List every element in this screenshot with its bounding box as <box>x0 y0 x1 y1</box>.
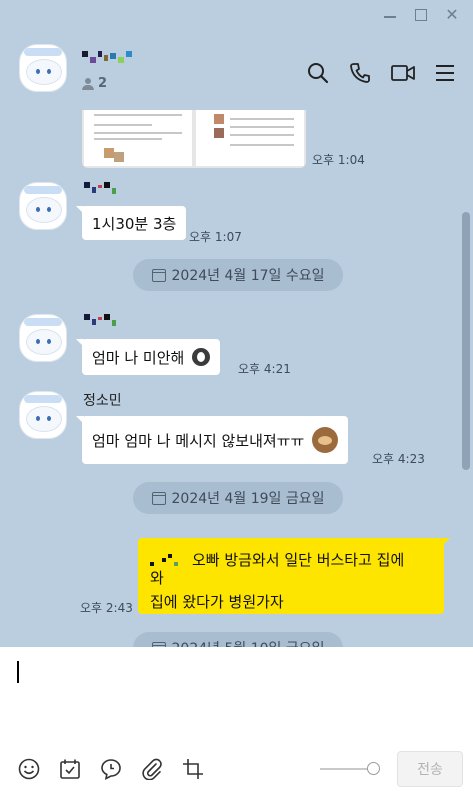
sender-name: 정소민 <box>83 393 122 409</box>
menu-icon[interactable] <box>435 64 455 82</box>
member-count-value: 2 <box>98 76 108 91</box>
member-count: 2 <box>82 76 107 91</box>
send-button[interactable]: 전송 <box>397 751 463 787</box>
window-controls: ✕ <box>383 7 459 23</box>
date-divider-text: 2024년 5월 10일 금요일 <box>172 638 325 647</box>
crop-icon[interactable] <box>182 758 204 780</box>
person-icon <box>82 77 94 90</box>
chatroom-name-pixelated <box>82 51 132 63</box>
message-bubble[interactable]: 엄마 엄마 나 메시지 않보내져ㅠㅠ <box>75 416 349 464</box>
text-caret <box>17 661 19 683</box>
date-divider-text: 2024년 4월 17일 수요일 <box>171 268 325 284</box>
sender-avatar[interactable] <box>19 391 67 439</box>
sender-name-pixelated <box>84 182 116 194</box>
chat-header: 2 <box>0 44 473 104</box>
date-divider: 2024년 4월 19일 금요일 <box>133 482 343 514</box>
close-icon[interactable]: ✕ <box>445 7 459 23</box>
message-input-area[interactable]: 전송 <box>0 647 473 799</box>
sender-name-pixelated <box>84 314 116 326</box>
sender-name-pixelated <box>150 554 178 566</box>
chat-scrollbar[interactable] <box>462 212 470 470</box>
bear-emoticon-icon <box>312 427 339 453</box>
message-text: 엄마 나 미안해 <box>92 348 185 367</box>
emoji-icon[interactable] <box>18 758 40 780</box>
search-icon[interactable] <box>307 62 329 84</box>
sender-avatar[interactable] <box>19 314 67 362</box>
emoticon-icon <box>192 348 211 366</box>
chatroom-avatar[interactable] <box>19 44 67 92</box>
date-divider: 2024년 4월 17일 수요일 <box>133 259 343 291</box>
paperclip-icon[interactable] <box>141 758 163 780</box>
sender-avatar[interactable] <box>19 182 67 230</box>
chat-message-area[interactable]: 오후 1:04 1시30분 3층 오후 1:07 2024년 4월 17일 수요… <box>0 104 473 647</box>
transparency-slider-knob[interactable] <box>367 762 380 775</box>
message-time: 오후 1:07 <box>189 230 242 244</box>
date-divider-text: 2024년 4월 19일 금요일 <box>171 491 325 507</box>
message-time: 오후 4:21 <box>238 362 291 376</box>
message-bubble[interactable]: 엄마 나 미안해 <box>75 339 221 375</box>
message-text: 1시30분 3층 <box>92 214 177 233</box>
maximize-icon[interactable] <box>415 9 427 21</box>
message-time: 오후 1:04 <box>312 153 365 167</box>
message-text: 엄마 엄마 나 메시지 않보내져ㅠㅠ <box>92 431 305 450</box>
calendar-icon <box>151 268 166 282</box>
calendar-icon <box>151 491 166 505</box>
image-message[interactable] <box>82 110 306 168</box>
message-text-line: 집에 왔다가 병원가자 <box>150 593 284 611</box>
message-text-line: 오빠 방금와서 일단 버스타고 집에 <box>192 551 405 569</box>
calendar-icon[interactable] <box>59 758 81 780</box>
chat-bubble-icon[interactable] <box>100 758 122 780</box>
video-call-icon[interactable] <box>391 64 415 82</box>
message-time: 오후 4:23 <box>372 452 425 466</box>
phone-icon[interactable] <box>349 62 371 84</box>
my-message-bubble[interactable]: 오빠 방금와서 일단 버스타고 집에 와 집에 왔다가 병원가자 <box>138 538 450 614</box>
message-bubble[interactable]: 1시30분 3층 <box>75 206 187 240</box>
date-divider: 2024년 5월 10일 금요일 <box>133 632 343 647</box>
message-time: 오후 2:43 <box>80 601 133 615</box>
minimize-icon[interactable] <box>383 8 397 22</box>
